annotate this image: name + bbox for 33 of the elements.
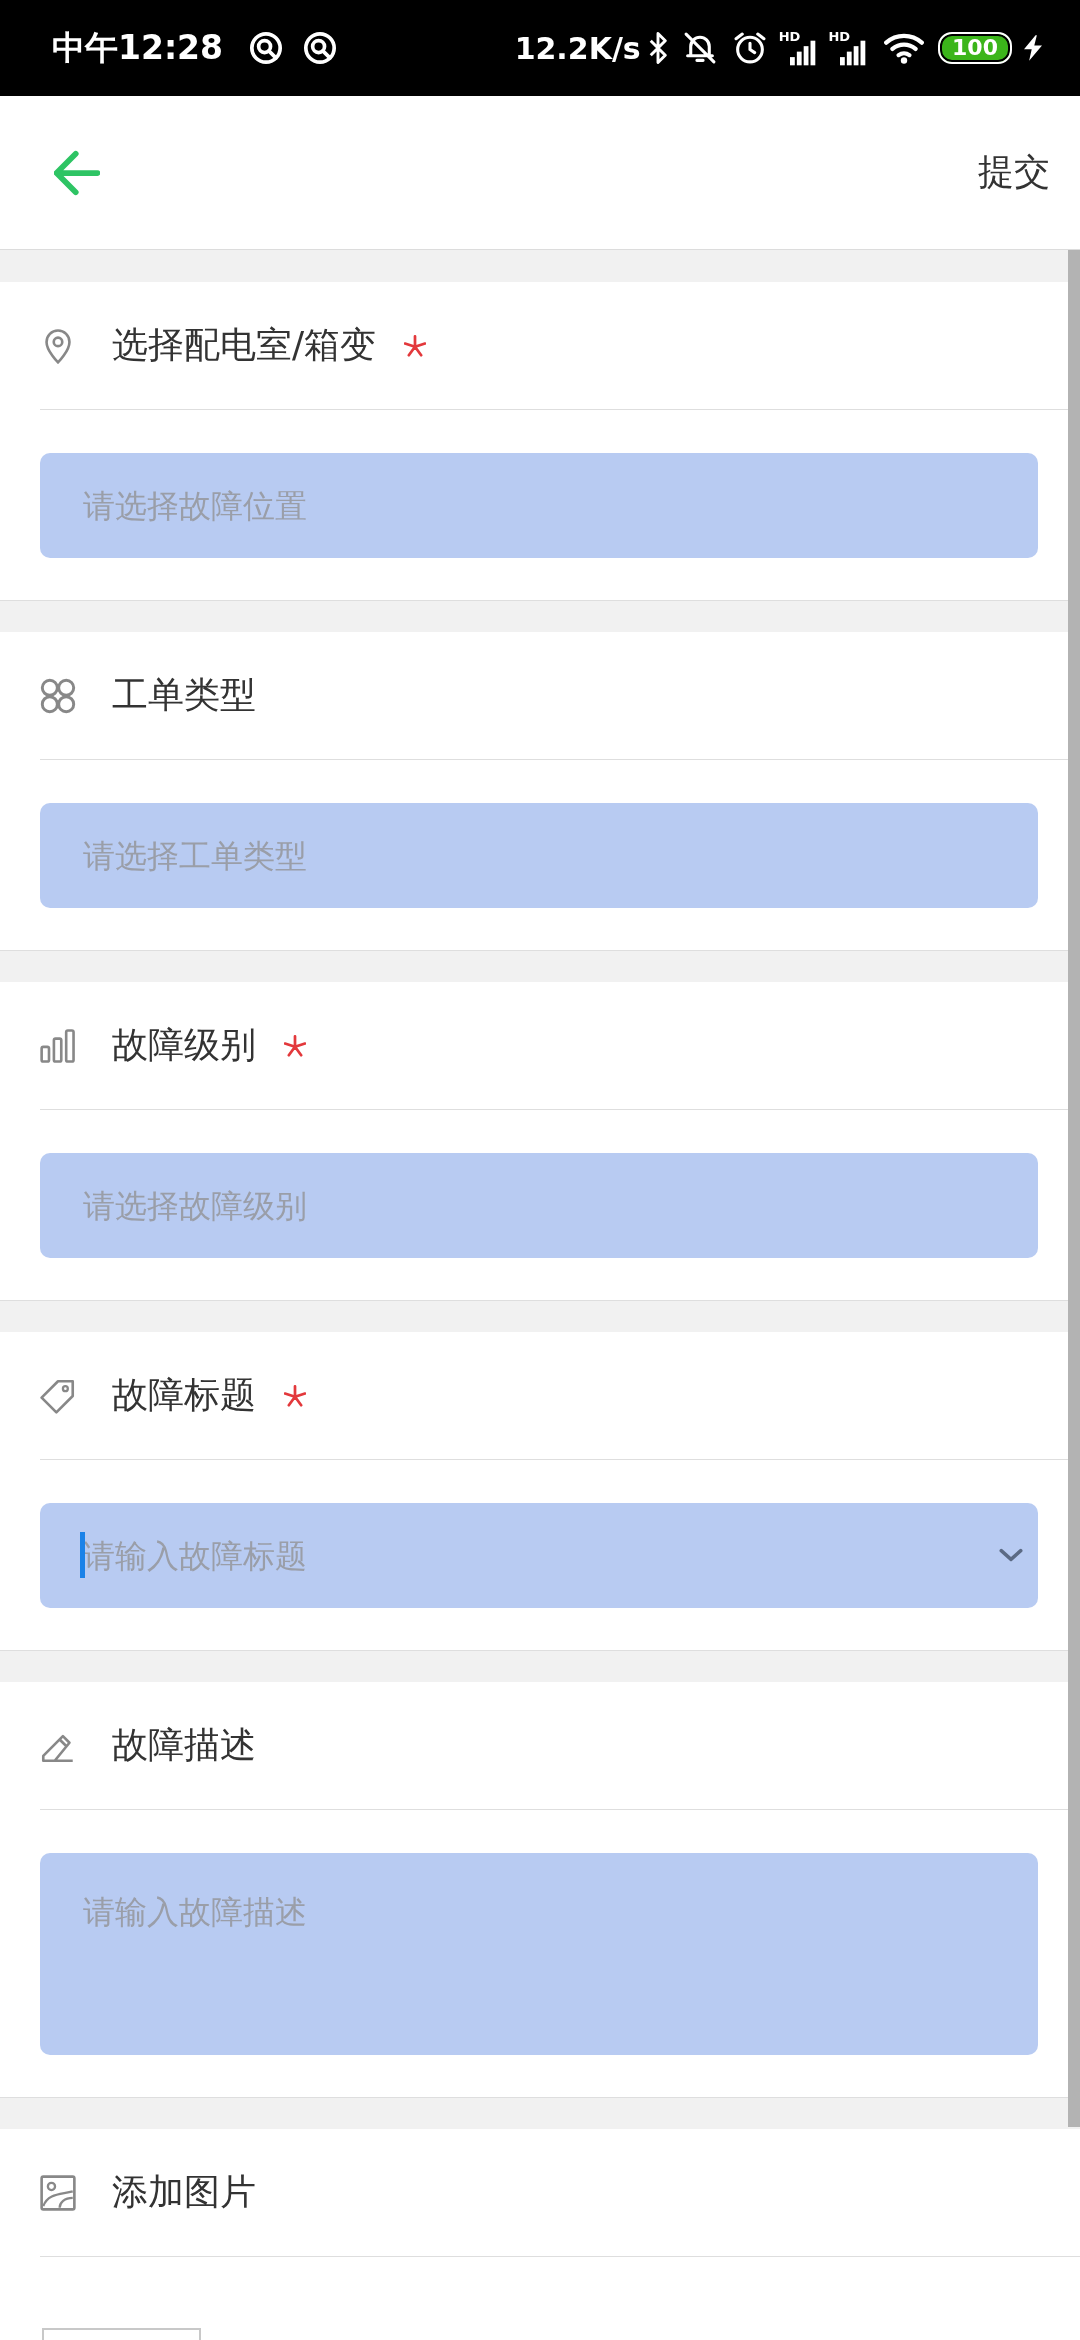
section-label: 添加图片 xyxy=(112,2170,256,2214)
circled-q-icon xyxy=(249,31,284,65)
status-time: 中午12:28 xyxy=(52,26,224,69)
wifi-icon xyxy=(884,32,925,64)
combo-field[interactable]: 请输入故障标题 xyxy=(40,1503,1038,1608)
image-icon xyxy=(40,2174,76,2211)
bluetooth-icon xyxy=(648,32,667,64)
section-label: 选择配电室/箱变 xyxy=(112,323,377,367)
section-label: 故障标题 xyxy=(112,1373,256,1417)
submit-button[interactable]: 提交 xyxy=(974,140,1054,205)
text-area-field[interactable]: 请输入故障描述 xyxy=(40,1853,1038,2055)
signal-icon xyxy=(790,40,817,66)
back-arrow-icon xyxy=(54,149,100,196)
add-image-tile[interactable] xyxy=(42,2328,201,2340)
circled-q-icon xyxy=(303,31,338,65)
network-type-label: HD xyxy=(778,30,801,43)
tag-icon xyxy=(40,1377,76,1414)
alarm-clock-icon xyxy=(732,31,767,65)
section-label: 工单类型 xyxy=(112,673,256,717)
four-circles-icon xyxy=(40,677,76,714)
picker-field[interactable]: 请选择故障级别 xyxy=(40,1153,1038,1258)
muted-bell-icon xyxy=(682,31,717,65)
battery-indicator: 100 xyxy=(938,32,1012,64)
section-label: 故障描述 xyxy=(112,1723,256,1767)
signal-icon xyxy=(840,40,867,66)
charging-bolt-icon xyxy=(1024,34,1042,62)
network-type-label: HD xyxy=(828,30,851,43)
section-label: 故障级别 xyxy=(112,1023,256,1067)
picker-field[interactable]: 请选择故障位置 xyxy=(40,453,1038,558)
chevron-down-icon[interactable] xyxy=(998,1547,1024,1563)
network-speed: 12.2K/s xyxy=(514,30,641,66)
bar-chart-icon xyxy=(40,1027,76,1064)
picker-field[interactable]: 请选择工单类型 xyxy=(40,803,1038,908)
